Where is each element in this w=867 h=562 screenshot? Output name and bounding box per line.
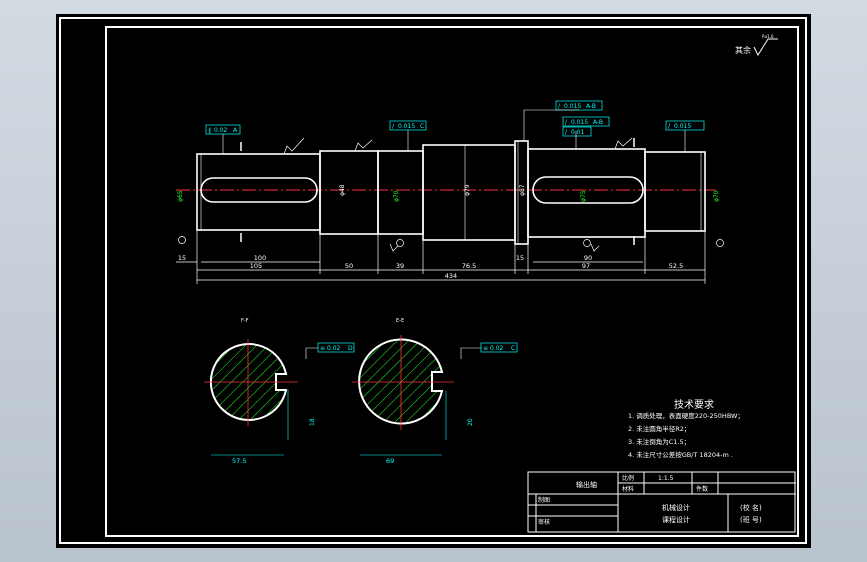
- title-row-check: 审核: [538, 518, 550, 526]
- dim-dia70b: φ70: [713, 190, 720, 202]
- dim-dia75: φ75: [580, 190, 587, 202]
- roughness-symbol-icon: [753, 38, 778, 57]
- dim-50: 50: [345, 262, 353, 270]
- svg-text:A: A: [233, 127, 238, 134]
- dim-15b: 15: [516, 254, 524, 262]
- dim-dia79: φ79: [464, 184, 471, 196]
- svg-text:∥: ∥: [208, 127, 211, 134]
- svg-text:/: /: [392, 123, 395, 130]
- roughness-note: 其余: [735, 45, 751, 55]
- tech-req-item-4: 4. 未注尺寸公差按GB/T 18204-m .: [628, 450, 733, 459]
- tech-req-item-3: 3. 未注倒角为C1.5；: [628, 437, 690, 446]
- section-ff-view: [204, 339, 298, 456]
- svg-text:0.015: 0.015: [398, 123, 415, 130]
- title-material-label: 材料: [622, 485, 634, 493]
- section-ee-key: 20: [467, 418, 474, 426]
- dim-dia70a: φ70: [393, 190, 400, 202]
- tolerance-frames: ∥ 0.02 A / 0.015 C / 0.015 A-B / 0.015 A…: [205, 100, 705, 353]
- roughness-value: Ra1.6: [762, 34, 774, 39]
- dim-15a: 15: [178, 254, 186, 262]
- drawing-sheet: 其余 Ra1.6 φ48 φ79 φ87 φ65 φ70 φ75 φ70 15 …: [56, 14, 811, 548]
- svg-text:D: D: [348, 345, 353, 352]
- svg-text:/: /: [565, 129, 568, 136]
- dim-105: 105: [250, 262, 262, 270]
- outer-frame: [59, 17, 807, 544]
- dim-90: 90: [584, 254, 592, 262]
- section-ff-key: 18: [309, 418, 316, 426]
- tolerance-frame: / 0.015 A-B: [562, 116, 610, 127]
- dim-97: 97: [582, 262, 590, 270]
- tech-req-item-1: 1. 调质处理，表面硬度220-250HBW；: [628, 411, 744, 420]
- svg-text:/: /: [558, 103, 561, 110]
- inner-frame: [105, 26, 799, 537]
- svg-text:0.015: 0.015: [564, 103, 581, 110]
- svg-text:/: /: [565, 119, 568, 126]
- title-qty-label: 件数: [696, 485, 708, 493]
- title-scale-value: 1:1.5: [658, 475, 674, 482]
- dim-525: 52.5: [669, 262, 683, 270]
- title-course1: 机械设计: [662, 503, 690, 512]
- title-scale-label: 比例: [622, 474, 634, 482]
- cad-window-background: 其余 Ra1.6 φ48 φ79 φ87 φ65 φ70 φ75 φ70 15 …: [0, 0, 867, 562]
- tolerance-frame: ∥ 0.02 A: [205, 124, 241, 135]
- section-ee-view: [352, 335, 454, 456]
- tolerance-frame: ≡ 0.02 D: [317, 342, 355, 353]
- svg-text:0.02: 0.02: [214, 127, 228, 134]
- svg-text:0.01: 0.01: [571, 129, 585, 136]
- dim-dia87: φ87: [519, 184, 526, 196]
- tolerance-frame: ≡ 0.02 C: [480, 342, 518, 353]
- dim-765: 76.5: [462, 262, 476, 270]
- dim-434: 434: [445, 272, 457, 280]
- dim-39: 39: [396, 262, 404, 270]
- section-label-ee: E-E: [396, 318, 404, 324]
- svg-text:0.015: 0.015: [571, 119, 588, 126]
- title-course2: 课程设计: [662, 515, 690, 524]
- svg-text:C: C: [420, 123, 424, 130]
- svg-text:C: C: [511, 345, 515, 352]
- title-school: (校 名): [740, 503, 762, 512]
- datum-markers: [178, 236, 724, 247]
- shaft-outline: [196, 140, 706, 245]
- svg-text:A-B: A-B: [593, 119, 603, 126]
- dim-dia65: φ65: [177, 190, 184, 202]
- title-class: (班 号): [740, 515, 762, 524]
- svg-text:≡: ≡: [483, 345, 488, 352]
- section-ff-width: 57.5: [232, 457, 246, 465]
- shaft-edge-lines: [200, 141, 702, 244]
- tolerance-frame: / 0.01: [562, 126, 592, 137]
- svg-text:≡: ≡: [320, 345, 325, 352]
- svg-text:0.015: 0.015: [674, 123, 691, 130]
- dim-dia48: φ48: [339, 184, 346, 196]
- dim-100: 100: [254, 254, 266, 262]
- svg-text:0.02: 0.02: [327, 345, 341, 352]
- tech-req-title: 技术要求: [674, 398, 714, 411]
- section-ee-width: 69: [386, 457, 394, 465]
- svg-text:A-B: A-B: [586, 103, 596, 110]
- tech-req-item-2: 2. 未注圆角半径R2；: [628, 424, 690, 433]
- tolerance-frame: / 0.015 A-B: [555, 100, 603, 111]
- tolerance-frame: / 0.015: [665, 120, 705, 131]
- section-label-ff: F-F: [241, 318, 249, 324]
- svg-text:/: /: [668, 123, 671, 130]
- title-part-name: 输出轴: [576, 480, 597, 489]
- tolerance-frame: / 0.015 C: [389, 120, 427, 131]
- shaft-drawing: 其余 Ra1.6 φ48 φ79 φ87 φ65 φ70 φ75 φ70 15 …: [59, 17, 807, 544]
- title-row-draw: 制图: [538, 496, 550, 504]
- svg-text:0.02: 0.02: [490, 345, 504, 352]
